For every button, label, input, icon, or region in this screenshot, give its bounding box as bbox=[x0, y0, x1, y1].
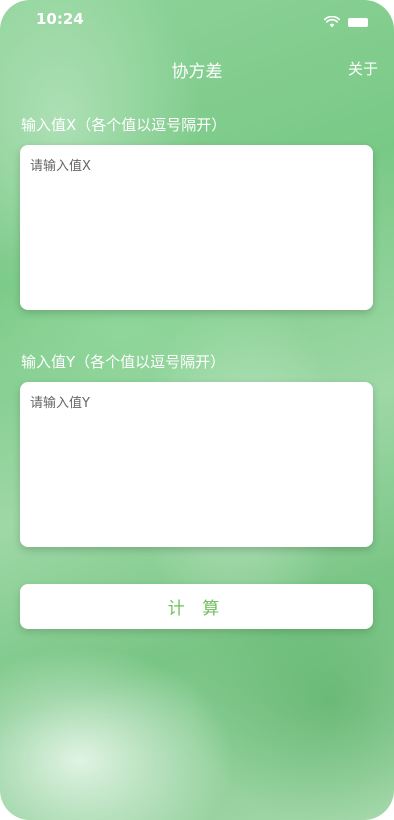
page-title: 协方差 bbox=[171, 62, 223, 82]
x-values-label: 输入值X（各个值以逗号隔开） bbox=[21, 116, 227, 134]
battery-icon bbox=[348, 18, 368, 27]
status-icons bbox=[323, 13, 368, 32]
app-screen: 10:24 协方差 关于 输入值X（各个值以逗号隔开） 输入值Y（各个值以逗号隔… bbox=[0, 0, 394, 820]
calculate-button[interactable]: 计 算 bbox=[20, 584, 373, 629]
status-time: 10:24 bbox=[36, 10, 84, 28]
wifi-icon bbox=[323, 13, 341, 32]
status-bar: 10:24 bbox=[0, 0, 394, 40]
y-values-label: 输入值Y（各个值以逗号隔开） bbox=[21, 353, 226, 371]
about-button[interactable]: 关于 bbox=[348, 58, 378, 79]
x-values-input[interactable] bbox=[20, 145, 373, 310]
y-values-input[interactable] bbox=[20, 382, 373, 547]
